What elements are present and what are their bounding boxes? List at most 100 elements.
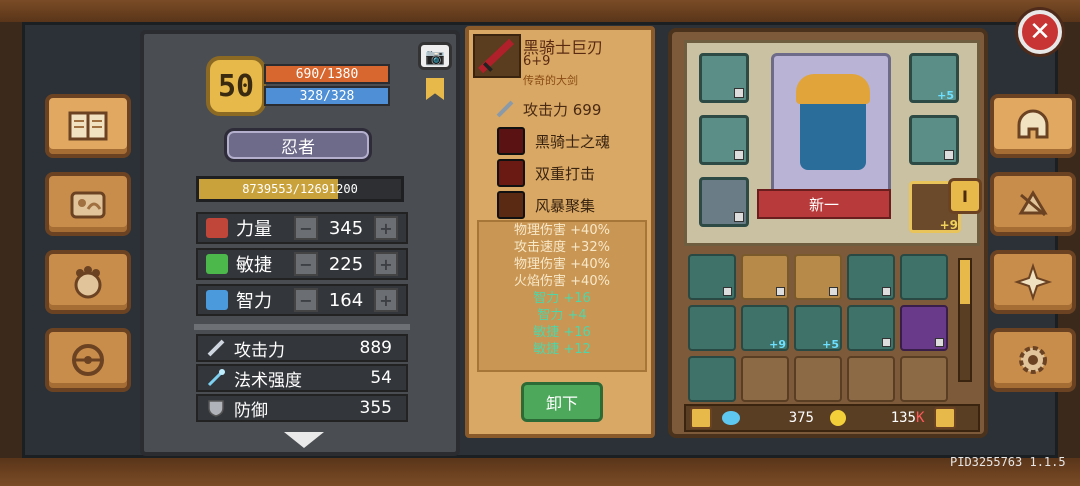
equip-slot-boots[interactable] (699, 177, 749, 227)
lock-icon (723, 287, 732, 296)
xp-bar: 8739553/12691200 (196, 176, 404, 202)
lock-icon (829, 287, 838, 296)
gold-unit: K (916, 410, 925, 426)
inventory-slot[interactable] (688, 356, 736, 402)
attr-row-spell-power: 法术强度 54 (196, 364, 408, 392)
nav-settings-button[interactable] (990, 328, 1076, 392)
scrollbar-thumb[interactable] (960, 260, 970, 304)
plus-button[interactable]: + (374, 288, 398, 312)
inventory-panel: +5 新一 +9 +9 +5 375 135 K (668, 28, 988, 438)
lock-icon (734, 88, 744, 98)
equip-slot-armor[interactable] (699, 115, 749, 165)
shop-button[interactable] (690, 407, 712, 429)
lock-icon (776, 287, 785, 296)
helmet-icon (1017, 109, 1049, 139)
bonus-list: 物理伤害 +40% 攻击速度 +32% 物理伤害 +40% 火焰伤害 +40% 智力 +… (477, 220, 647, 372)
compass-star-icon (1013, 263, 1053, 301)
attr-row-defense: 防御 355 (196, 394, 408, 422)
nav-book-button[interactable] (45, 94, 131, 158)
equip-slot-necklace[interactable] (699, 53, 749, 103)
plus-button[interactable]: + (374, 216, 398, 240)
enhance-level: +9 (939, 218, 958, 232)
bookmark-icon[interactable] (426, 78, 444, 100)
close-button[interactable]: ✕ (1018, 10, 1062, 54)
nav-upgrade-button[interactable] (990, 172, 1076, 236)
greatsword-icon (473, 34, 521, 78)
equip-slot-belt[interactable] (909, 115, 959, 165)
bonus-line: 物理伤害 +40% (514, 223, 610, 238)
inventory-slot[interactable] (847, 254, 895, 300)
minus-button[interactable]: − (294, 288, 318, 312)
inventory-slot[interactable] (688, 305, 736, 351)
inventory-slot[interactable]: +9 (741, 305, 789, 351)
skill-row: 风暴聚集 (497, 190, 637, 220)
lock-icon (944, 150, 954, 160)
player-id-version: PID3255763 1.1.5 (950, 455, 1066, 469)
minus-button[interactable]: − (294, 252, 318, 276)
divider (194, 324, 410, 330)
skill-name: 黑骑士之魂 (535, 132, 611, 151)
inventory-slot[interactable] (900, 305, 948, 351)
inventory-slot[interactable] (847, 305, 895, 351)
shield-icon (208, 400, 224, 417)
inventory-slot[interactable] (741, 254, 789, 300)
close-icon: ✕ (1029, 17, 1051, 47)
hp-bar: 690/1380 (264, 64, 390, 84)
scroll-down-arrow-icon[interactable] (284, 432, 324, 448)
camera-icon: 📷 (425, 46, 445, 66)
nav-pet-button[interactable] (45, 250, 131, 314)
inventory-slot[interactable] (794, 356, 842, 402)
stat-value: 164 (328, 289, 364, 311)
lock-icon (882, 287, 891, 296)
stat-name: 智力 (236, 291, 272, 312)
stat-value: 345 (328, 217, 364, 239)
equip-slot-gloves[interactable]: +5 (909, 53, 959, 103)
skill-row: 双重打击 (497, 158, 637, 188)
attr-value: 355 (359, 398, 392, 418)
attr-name: 防御 (234, 400, 268, 421)
steering-wheel-icon (72, 344, 104, 376)
item-detail-panel: 黑骑士巨刃 6+9 传奇的大剑 攻击力 699 黑骑士之魂 双重打击 风暴聚集 … (465, 26, 655, 438)
stat-name: 力量 (236, 219, 272, 240)
lock-icon (734, 150, 744, 160)
inventory-slot[interactable] (847, 356, 895, 402)
bonus-line: 智力 +16 (533, 291, 591, 306)
inventory-slot[interactable]: +5 (794, 305, 842, 351)
nav-equipment-button[interactable] (990, 94, 1076, 158)
camera-button[interactable]: 📷 (418, 42, 452, 70)
strength-icon (206, 218, 228, 238)
currency-bar: 375 135 K (684, 404, 980, 432)
soul-flame-icon (497, 127, 525, 155)
minus-button[interactable]: − (294, 216, 318, 240)
right-nav (990, 94, 1076, 392)
unequip-button[interactable]: 卸下 (521, 382, 603, 422)
wand-icon (207, 369, 225, 387)
inventory-slot[interactable] (688, 254, 736, 300)
inventory-scrollbar[interactable] (958, 258, 972, 382)
sort-grid-button[interactable] (934, 407, 957, 429)
left-nav (45, 94, 131, 392)
plus-button[interactable]: + (374, 252, 398, 276)
nav-map-button[interactable] (45, 172, 131, 236)
nav-compass-button[interactable] (990, 250, 1076, 314)
pet-paw-icon (74, 266, 102, 299)
hero-hair (796, 74, 870, 104)
bonus-line: 攻击速度 +32% (514, 240, 610, 255)
inventory-slot[interactable] (741, 356, 789, 402)
bonus-line: 敏捷 +12 (533, 342, 591, 357)
agility-icon (206, 254, 228, 274)
item-rarity: 传奇的大剑 (523, 74, 578, 87)
skill-name: 双重打击 (535, 164, 596, 183)
inventory-slot[interactable] (794, 254, 842, 300)
storm-gather-icon (497, 191, 525, 219)
inventory-slot[interactable] (900, 254, 948, 300)
enhance-level: +5 (937, 89, 954, 102)
nav-vehicle-button[interactable] (45, 328, 131, 392)
nickname-banner[interactable]: 新一 (757, 189, 891, 219)
class-label[interactable]: 忍者 (224, 128, 372, 162)
inventory-slot[interactable] (900, 356, 948, 402)
upgrade-arrows-icon (1018, 190, 1048, 217)
skill-row: 黑骑士之魂 (497, 126, 637, 156)
panel-tab-handle[interactable]: I (948, 178, 982, 214)
attr-value: 54 (370, 368, 392, 388)
